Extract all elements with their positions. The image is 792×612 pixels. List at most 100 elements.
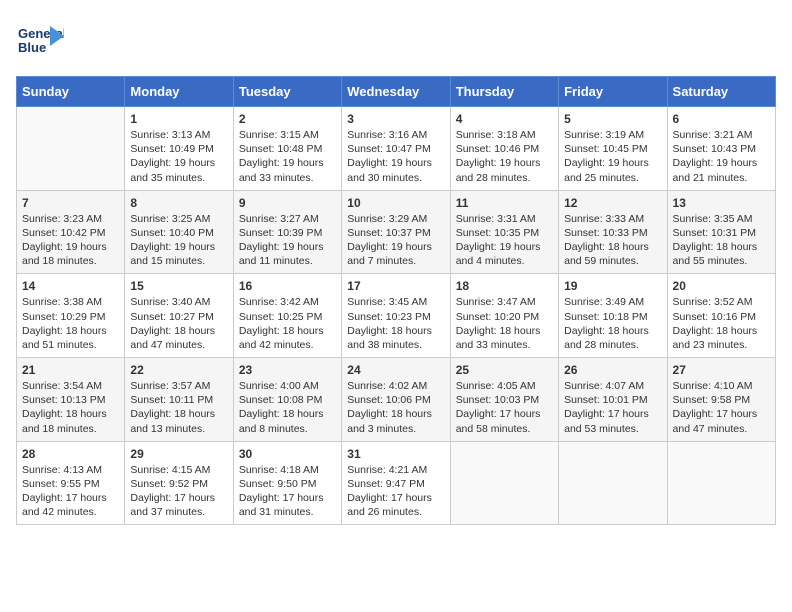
weekday-header: Thursday <box>450 77 558 107</box>
calendar-cell <box>559 441 667 525</box>
weekday-header: Saturday <box>667 77 775 107</box>
cell-info: Sunrise: 4:21 AM Sunset: 9:47 PM Dayligh… <box>347 463 444 520</box>
day-number: 10 <box>347 196 444 210</box>
day-number: 27 <box>673 363 770 377</box>
day-number: 11 <box>456 196 553 210</box>
day-number: 16 <box>239 279 336 293</box>
weekday-header: Friday <box>559 77 667 107</box>
cell-info: Sunrise: 4:10 AM Sunset: 9:58 PM Dayligh… <box>673 379 770 436</box>
calendar-cell: 30 Sunrise: 4:18 AM Sunset: 9:50 PM Dayli… <box>233 441 341 525</box>
calendar-cell: 7 Sunrise: 3:23 AM Sunset: 10:42 PM Dayli… <box>17 190 125 274</box>
calendar-cell: 9Sunrise: 3:27 AM Sunset: 10:39 PM Dayli… <box>233 190 341 274</box>
cell-info: Sunrise: 3:19 AM Sunset: 10:45 PM Daylig… <box>564 128 661 185</box>
calendar-cell: 24Sunrise: 4:02 AM Sunset: 10:06 PM Dayl… <box>342 358 450 442</box>
weekday-header: Monday <box>125 77 233 107</box>
calendar-cell: 4 Sunrise: 3:18 AM Sunset: 10:46 PM Dayli… <box>450 107 558 191</box>
day-number: 18 <box>456 279 553 293</box>
cell-info: Sunrise: 3:23 AM Sunset: 10:42 PM Daylig… <box>22 212 119 269</box>
cell-info: Sunrise: 3:45 AM Sunset: 10:23 PM Daylig… <box>347 295 444 352</box>
calendar-cell: 8 Sunrise: 3:25 AM Sunset: 10:40 PM Dayli… <box>125 190 233 274</box>
weekday-header: Tuesday <box>233 77 341 107</box>
calendar-cell: 6Sunrise: 3:21 AM Sunset: 10:43 PM Dayli… <box>667 107 775 191</box>
calendar-header-row: SundayMondayTuesdayWednesdayThursdayFrid… <box>17 77 776 107</box>
cell-info: Sunrise: 3:47 AM Sunset: 10:20 PM Daylig… <box>456 295 553 352</box>
cell-info: Sunrise: 3:31 AM Sunset: 10:35 PM Daylig… <box>456 212 553 269</box>
calendar-week-row: 7 Sunrise: 3:23 AM Sunset: 10:42 PM Dayli… <box>17 190 776 274</box>
cell-info: Sunrise: 3:42 AM Sunset: 10:25 PM Daylig… <box>239 295 336 352</box>
calendar-cell: 10 Sunrise: 3:29 AM Sunset: 10:37 PM Dayl… <box>342 190 450 274</box>
cell-info: Sunrise: 3:16 AM Sunset: 10:47 PM Daylig… <box>347 128 444 185</box>
cell-info: Sunrise: 4:00 AM Sunset: 10:08 PM Daylig… <box>239 379 336 436</box>
page-header: General Blue <box>16 16 776 64</box>
calendar-week-row: 1Sunrise: 3:13 AM Sunset: 10:49 PM Dayli… <box>17 107 776 191</box>
cell-info: Sunrise: 3:35 AM Sunset: 10:31 PM Daylig… <box>673 212 770 269</box>
cell-info: Sunrise: 3:21 AM Sunset: 10:43 PM Daylig… <box>673 128 770 185</box>
day-number: 7 <box>22 196 119 210</box>
cell-info: Sunrise: 3:57 AM Sunset: 10:11 PM Daylig… <box>130 379 227 436</box>
cell-info: Sunrise: 4:05 AM Sunset: 10:03 PM Daylig… <box>456 379 553 436</box>
day-number: 22 <box>130 363 227 377</box>
calendar-week-row: 28 Sunrise: 4:13 AM Sunset: 9:55 PM Dayli… <box>17 441 776 525</box>
calendar-cell: 15Sunrise: 3:40 AM Sunset: 10:27 PM Dayl… <box>125 274 233 358</box>
weekday-header: Sunday <box>17 77 125 107</box>
calendar-cell: 29 Sunrise: 4:15 AM Sunset: 9:52 PM Dayli… <box>125 441 233 525</box>
logo: General Blue <box>16 16 64 64</box>
cell-info: Sunrise: 3:54 AM Sunset: 10:13 PM Daylig… <box>22 379 119 436</box>
day-number: 29 <box>130 447 227 461</box>
cell-info: Sunrise: 3:15 AM Sunset: 10:48 PM Daylig… <box>239 128 336 185</box>
day-number: 14 <box>22 279 119 293</box>
cell-info: Sunrise: 3:52 AM Sunset: 10:16 PM Daylig… <box>673 295 770 352</box>
day-number: 5 <box>564 112 661 126</box>
calendar-cell: 17 Sunrise: 3:45 AM Sunset: 10:23 PM Dayl… <box>342 274 450 358</box>
calendar-cell: 1Sunrise: 3:13 AM Sunset: 10:49 PM Dayli… <box>125 107 233 191</box>
cell-info: Sunrise: 3:29 AM Sunset: 10:37 PM Daylig… <box>347 212 444 269</box>
calendar-cell: 25 Sunrise: 4:05 AM Sunset: 10:03 PM Dayl… <box>450 358 558 442</box>
cell-info: Sunrise: 4:07 AM Sunset: 10:01 PM Daylig… <box>564 379 661 436</box>
calendar-cell: 22 Sunrise: 3:57 AM Sunset: 10:11 PM Dayl… <box>125 358 233 442</box>
day-number: 24 <box>347 363 444 377</box>
day-number: 12 <box>564 196 661 210</box>
day-number: 9 <box>239 196 336 210</box>
calendar-cell: 19Sunrise: 3:49 AM Sunset: 10:18 PM Dayl… <box>559 274 667 358</box>
day-number: 2 <box>239 112 336 126</box>
calendar-cell <box>17 107 125 191</box>
cell-info: Sunrise: 4:18 AM Sunset: 9:50 PM Dayligh… <box>239 463 336 520</box>
day-number: 8 <box>130 196 227 210</box>
calendar-cell: 14 Sunrise: 3:38 AM Sunset: 10:29 PM Dayl… <box>17 274 125 358</box>
calendar-cell <box>450 441 558 525</box>
day-number: 4 <box>456 112 553 126</box>
cell-info: Sunrise: 3:18 AM Sunset: 10:46 PM Daylig… <box>456 128 553 185</box>
cell-info: Sunrise: 3:38 AM Sunset: 10:29 PM Daylig… <box>22 295 119 352</box>
calendar-cell: 21 Sunrise: 3:54 AM Sunset: 10:13 PM Dayl… <box>17 358 125 442</box>
calendar-cell: 26 Sunrise: 4:07 AM Sunset: 10:01 PM Dayl… <box>559 358 667 442</box>
cell-info: Sunrise: 3:49 AM Sunset: 10:18 PM Daylig… <box>564 295 661 352</box>
day-number: 26 <box>564 363 661 377</box>
day-number: 17 <box>347 279 444 293</box>
calendar-cell: 28 Sunrise: 4:13 AM Sunset: 9:55 PM Dayli… <box>17 441 125 525</box>
logo-icon: General Blue <box>16 16 64 64</box>
day-number: 1 <box>130 112 227 126</box>
calendar-cell: 18 Sunrise: 3:47 AM Sunset: 10:20 PM Dayl… <box>450 274 558 358</box>
calendar-table: SundayMondayTuesdayWednesdayThursdayFrid… <box>16 76 776 525</box>
calendar-cell: 27 Sunrise: 4:10 AM Sunset: 9:58 PM Dayli… <box>667 358 775 442</box>
day-number: 28 <box>22 447 119 461</box>
day-number: 21 <box>22 363 119 377</box>
calendar-cell: 12 Sunrise: 3:33 AM Sunset: 10:33 PM Dayl… <box>559 190 667 274</box>
day-number: 13 <box>673 196 770 210</box>
cell-info: Sunrise: 3:25 AM Sunset: 10:40 PM Daylig… <box>130 212 227 269</box>
day-number: 30 <box>239 447 336 461</box>
calendar-cell: 23 Sunrise: 4:00 AM Sunset: 10:08 PM Dayl… <box>233 358 341 442</box>
weekday-header: Wednesday <box>342 77 450 107</box>
day-number: 25 <box>456 363 553 377</box>
cell-info: Sunrise: 3:40 AM Sunset: 10:27 PM Daylig… <box>130 295 227 352</box>
calendar-cell: 11 Sunrise: 3:31 AM Sunset: 10:35 PM Dayl… <box>450 190 558 274</box>
day-number: 20 <box>673 279 770 293</box>
cell-info: Sunrise: 4:13 AM Sunset: 9:55 PM Dayligh… <box>22 463 119 520</box>
calendar-cell: 5 Sunrise: 3:19 AM Sunset: 10:45 PM Dayli… <box>559 107 667 191</box>
svg-text:Blue: Blue <box>18 40 46 55</box>
day-number: 23 <box>239 363 336 377</box>
cell-info: Sunrise: 3:33 AM Sunset: 10:33 PM Daylig… <box>564 212 661 269</box>
cell-info: Sunrise: 4:15 AM Sunset: 9:52 PM Dayligh… <box>130 463 227 520</box>
calendar-week-row: 14 Sunrise: 3:38 AM Sunset: 10:29 PM Dayl… <box>17 274 776 358</box>
calendar-cell <box>667 441 775 525</box>
